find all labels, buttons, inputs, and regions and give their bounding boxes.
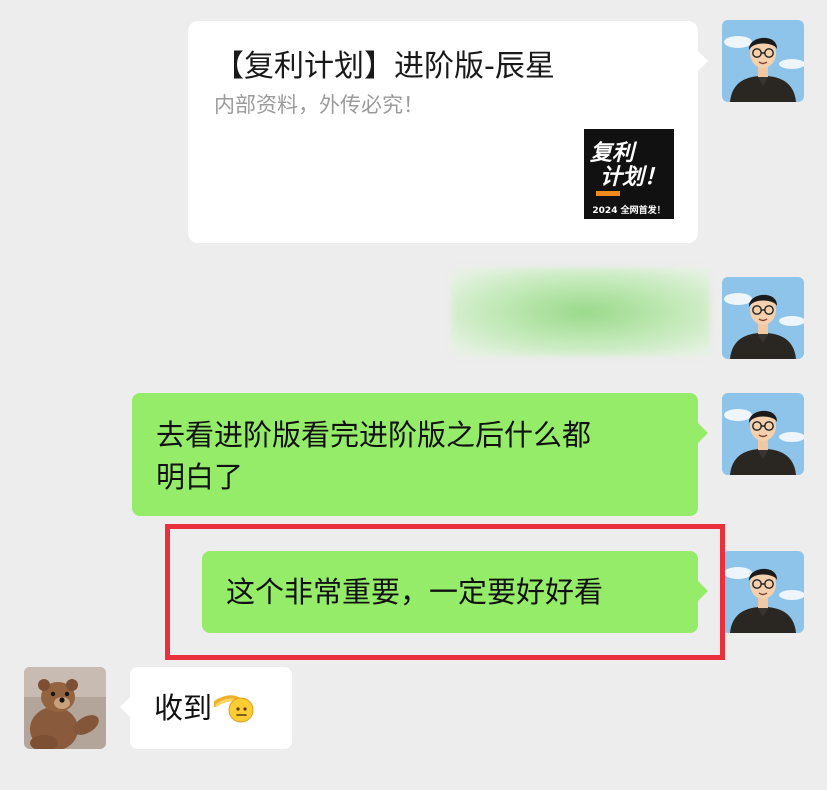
link-card-thumbnail: 复利 计划！ 2024 全网首发！ — [584, 129, 674, 219]
pointing-hand-emoji-icon — [212, 688, 254, 735]
message-text-line: 去看进阶版看完进阶版之后什么都 — [156, 418, 592, 452]
link-card-message[interactable]: 【复利计划】进阶版-辰星 内部资料，外传必究！ 复利 计划！ 2024 全网首发… — [188, 21, 708, 243]
message-text: 收到 — [154, 691, 213, 725]
thumbnail-line-1: 复利 — [590, 141, 635, 166]
avatar-self[interactable] — [722, 551, 804, 633]
message-bubble-self[interactable]: 这个非常重要，一定要好好看 — [202, 551, 708, 633]
thumbnail-accent-bar — [596, 191, 620, 196]
avatar-self[interactable] — [722, 277, 804, 359]
avatar-other-teddy-bear[interactable] — [24, 667, 106, 749]
avatar-self[interactable] — [722, 20, 804, 102]
message-text-line: 明白了 — [156, 460, 244, 494]
thumbnail-line-2: 计划！ — [600, 165, 667, 190]
link-card-title: 【复利计划】进阶版-辰星 — [214, 49, 555, 84]
thumbnail-caption: 2024 全网首发！ — [592, 206, 666, 216]
message-text: 这个非常重要，一定要好好看 — [226, 575, 604, 609]
blurred-image-message[interactable] — [451, 268, 710, 356]
message-bubble-self[interactable]: 去看进阶版看完进阶版之后什么都 明白了 — [132, 393, 708, 516]
link-card-description: 内部资料，外传必究！ — [214, 93, 424, 117]
avatar-self[interactable] — [722, 393, 804, 475]
message-bubble-other[interactable]: 收到 — [120, 667, 292, 749]
